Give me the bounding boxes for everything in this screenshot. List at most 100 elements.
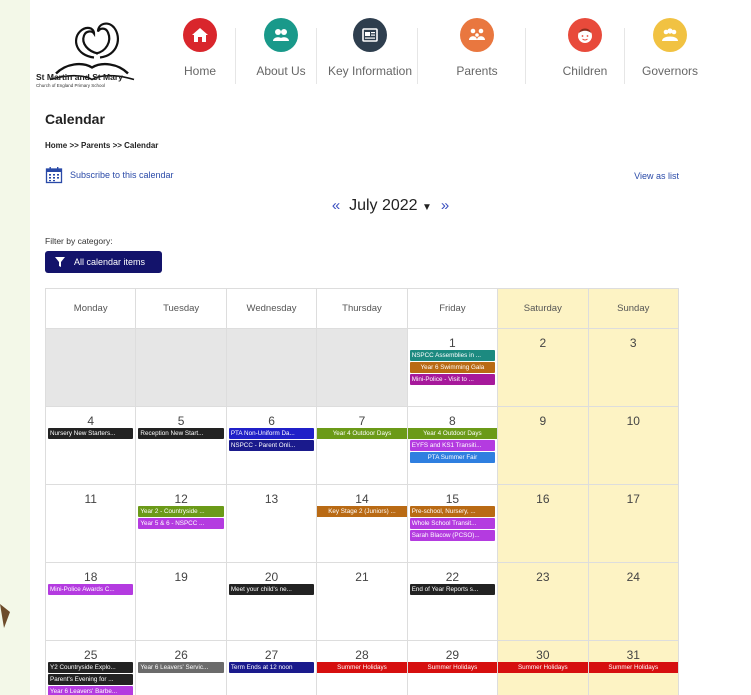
calendar-day-cell[interactable]: 28 Summer Holidays <box>316 640 408 695</box>
calendar-event[interactable]: Parent's Evening for ... <box>48 674 134 685</box>
nav-children[interactable]: Children <box>540 18 630 78</box>
subscribe-label[interactable]: Subscribe to this calendar <box>70 170 174 180</box>
category-filter-button[interactable]: All calendar items <box>45 251 162 273</box>
calendar-day-cell[interactable]: 8 Year 4 Outdoor Days EYFS and KS1 Transit… <box>406 406 499 485</box>
filter-button-label[interactable]: All calendar items <box>74 257 145 267</box>
calendar-icon[interactable] <box>45 166 63 184</box>
calendar-event[interactable]: Summer Holidays <box>589 662 678 673</box>
calendar-event[interactable]: Y2 Countryside Explo... <box>48 662 134 673</box>
calendar-week-row: 1 NSPCC Assemblies in ... Year 6 Swimming … <box>44 328 680 407</box>
nav-label[interactable]: Governors <box>625 64 715 78</box>
calendar-event[interactable]: Whole School Transit... <box>409 518 496 529</box>
calendar-day-cell[interactable]: 13 <box>225 484 318 563</box>
people-icon[interactable] <box>264 18 298 52</box>
calendar-event[interactable]: Term Ends at 12 noon <box>228 662 315 673</box>
calendar-event[interactable]: Mini-Police Awards C... <box>48 584 134 595</box>
nav-about-us[interactable]: About Us <box>236 18 326 78</box>
calendar-event[interactable]: Year 4 Outdoor Days <box>317 428 407 439</box>
calendar-event[interactable]: Year 6 Swimming Gala <box>409 362 496 373</box>
calendar-empty-cell <box>225 328 318 407</box>
home-icon[interactable] <box>183 18 217 52</box>
weekday-header: Sunday <box>587 288 680 329</box>
nav-governors[interactable]: Governors <box>625 18 715 78</box>
calendar-day-cell[interactable]: 3 <box>587 328 680 407</box>
calendar-day-cell[interactable]: 9 <box>497 406 589 485</box>
nav-label[interactable]: Home <box>155 64 245 78</box>
calendar-event[interactable]: End of Year Reports s... <box>409 584 496 595</box>
nav-label[interactable]: Children <box>540 64 630 78</box>
calendar-event[interactable]: Year 6 Leavers' Barbe... <box>48 686 134 695</box>
calendar-day-cell[interactable]: 25 Y2 Countryside Explo... Parent's Evenin… <box>44 640 137 695</box>
calendar-day-cell[interactable]: 29 Summer Holidays <box>406 640 499 695</box>
day-number: 16 <box>536 492 550 506</box>
subscribe-link[interactable]: Subscribe to this calendar <box>45 166 174 184</box>
calendar-day-cell[interactable]: 15 Pre-school, Nursery, ... Whole School T… <box>406 484 499 563</box>
calendar-day-cell[interactable]: 6 PTA Non-Uniform Da... NSPCC - Parent Onl… <box>225 406 318 485</box>
calendar-event[interactable]: Summer Holidays <box>498 662 588 673</box>
calendar-event[interactable]: Year 2 - Countryside ... <box>138 506 224 517</box>
calendar-day-cell[interactable]: 5 Reception New Start... <box>135 406 227 485</box>
breadcrumb[interactable]: Home >> Parents >> Calendar <box>45 141 158 150</box>
calendar-day-cell[interactable]: 7 Year 4 Outdoor Days <box>316 406 408 485</box>
group-icon[interactable] <box>653 18 687 52</box>
month-select[interactable]: July 2022 <box>349 197 418 214</box>
nav-home[interactable]: Home <box>155 18 245 78</box>
calendar-event[interactable]: Year 5 & 6 - NSPCC ... <box>138 518 224 529</box>
calendar-event[interactable]: Year 6 Leavers' Servic... <box>138 662 224 673</box>
document-icon[interactable] <box>353 18 387 52</box>
nav-label[interactable]: Parents <box>432 64 522 78</box>
calendar-day-cell[interactable]: 20 Meet your child's ne... <box>225 562 318 641</box>
weekday-header: Friday <box>406 288 499 329</box>
calendar-event[interactable]: Pre-school, Nursery, ... <box>409 506 496 517</box>
nav-key-information[interactable]: Key Information <box>325 18 415 78</box>
calendar-event[interactable]: PTA Non-Uniform Da... <box>228 428 315 439</box>
calendar-event[interactable]: NSPCC Assemblies in ... <box>409 350 496 361</box>
calendar-event[interactable]: Summer Holidays <box>317 662 407 673</box>
family-icon[interactable] <box>460 18 494 52</box>
calendar-day-cell[interactable]: 19 <box>135 562 227 641</box>
nav-divider <box>316 28 317 84</box>
calendar-day-cell[interactable]: 26 Year 6 Leavers' Servic... <box>135 640 227 695</box>
nav-divider <box>525 28 526 84</box>
calendar-day-cell[interactable]: 10 <box>587 406 680 485</box>
calendar-day-cell[interactable]: 18 Mini-Police Awards C... <box>44 562 137 641</box>
calendar-event[interactable]: NSPCC - Parent Onli... <box>228 440 315 451</box>
weekday-header: Thursday <box>316 288 408 329</box>
calendar-event[interactable]: Key Stage 2 (Juniors) ... <box>317 506 407 517</box>
nav-label[interactable]: About Us <box>236 64 326 78</box>
calendar-day-cell[interactable]: 23 <box>497 562 589 641</box>
calendar-day-cell[interactable]: 4 Nursery New Starters... <box>44 406 137 485</box>
calendar-day-cell[interactable]: 30 Summer Holidays <box>497 640 589 695</box>
calendar-day-cell[interactable]: 27 Term Ends at 12 noon <box>225 640 318 695</box>
calendar-day-cell[interactable]: 22 End of Year Reports s... <box>406 562 499 641</box>
day-number: 15 <box>445 492 460 506</box>
caret-down-icon[interactable]: ▼ <box>422 202 432 213</box>
calendar-day-cell[interactable]: 1 NSPCC Assemblies in ... Year 6 Swimming … <box>406 328 499 407</box>
prev-month-button[interactable]: « <box>332 197 340 214</box>
calendar-day-cell[interactable]: 31 Summer Holidays <box>587 640 680 695</box>
day-number: 19 <box>174 570 188 584</box>
calendar-day-cell[interactable]: 16 <box>497 484 589 563</box>
calendar-event[interactable]: PTA Summer Fair <box>409 452 496 463</box>
calendar-day-cell[interactable]: 11 <box>44 484 137 563</box>
calendar-event[interactable]: Year 4 Outdoor Days <box>408 428 497 439</box>
calendar-event[interactable]: Mini-Police - Visit to ... <box>409 374 496 385</box>
view-as-list-link[interactable]: View as list <box>634 171 679 181</box>
calendar-event[interactable]: Summer Holidays <box>408 662 497 673</box>
nav-parents[interactable]: Parents <box>432 18 522 78</box>
calendar-day-cell[interactable]: 12 Year 2 - Countryside ... Year 5 & 6 - N… <box>135 484 227 563</box>
calendar-day-cell[interactable]: 14 Key Stage 2 (Juniors) ... <box>316 484 408 563</box>
calendar-day-cell[interactable]: 24 <box>587 562 680 641</box>
calendar-event[interactable]: EYFS and KS1 Transiti... <box>409 440 496 451</box>
calendar-event[interactable]: Sarah Blacow (PCSO)... <box>409 530 496 541</box>
calendar-day-cell[interactable]: 17 <box>587 484 680 563</box>
nav-label[interactable]: Key Information <box>325 64 415 78</box>
calendar-day-cell[interactable]: 21 <box>316 562 408 641</box>
child-face-icon[interactable] <box>568 18 602 52</box>
page: St Martin and St Mary Church of England … <box>30 0 751 695</box>
next-month-button[interactable]: » <box>441 197 449 214</box>
calendar-event[interactable]: Meet your child's ne... <box>228 584 315 595</box>
calendar-event[interactable]: Nursery New Starters... <box>48 428 134 439</box>
calendar-event[interactable]: Reception New Start... <box>138 428 224 439</box>
calendar-day-cell[interactable]: 2 <box>497 328 589 407</box>
